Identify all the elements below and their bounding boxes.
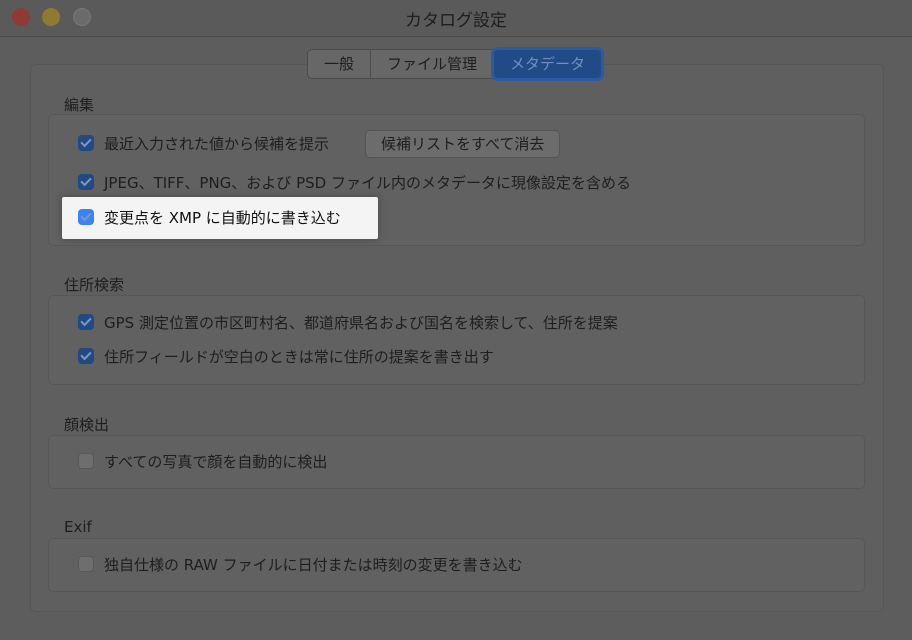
checkbox-label: 住所フィールドが空白のときは常に住所の提案を書き出す: [104, 347, 494, 366]
section-label-address-lookup: 住所検索: [64, 276, 125, 294]
checkbox-row-include-develop-settings[interactable]: JPEG、TIFF、PNG、および PSD ファイル内のメタデータに現像設定を含…: [78, 169, 631, 195]
checkbox-checked-icon[interactable]: [78, 135, 94, 151]
checkbox-row-write-date-time-to-raw[interactable]: 独自仕様の RAW ファイルに日付または時刻の変更を書き込む: [78, 551, 523, 577]
title-bar: カタログ設定: [0, 0, 912, 37]
section-label-exif: Exif: [64, 518, 92, 536]
checkbox-label: JPEG、TIFF、PNG、および PSD ファイル内のメタデータに現像設定を含…: [104, 173, 631, 192]
tab-general[interactable]: 一般: [308, 50, 372, 78]
tab-file-handling[interactable]: ファイル管理: [371, 50, 495, 78]
checkbox-unchecked-icon[interactable]: [78, 453, 94, 469]
checkbox-checked-icon[interactable]: [78, 209, 94, 225]
checkbox-label: すべての写真で顔を自動的に検出: [104, 452, 328, 471]
checkbox-unchecked-icon[interactable]: [78, 556, 94, 572]
checkbox-row-gps-address-lookup[interactable]: GPS 測定位置の市区町村名、都道府県名および国名を検索して、住所を提案: [78, 309, 618, 335]
section-label-face-detection: 顔検出: [64, 416, 110, 434]
window-title: カタログ設定: [405, 11, 507, 31]
section-label-editing: 編集: [64, 96, 95, 114]
checkbox-checked-icon[interactable]: [78, 174, 94, 190]
checkbox-row-suggest-recent[interactable]: 最近入力された値から候補を提示: [78, 130, 329, 156]
tab-metadata[interactable]: メタデータ: [494, 50, 602, 78]
checkbox-label: 変更点を XMP に自動的に書き込む: [104, 208, 341, 227]
checkbox-checked-icon[interactable]: [78, 348, 94, 364]
tab-bar: 一般 ファイル管理 メタデータ: [307, 49, 603, 79]
checkbox-checked-icon[interactable]: [78, 314, 94, 330]
checkbox-row-export-address-suggestions[interactable]: 住所フィールドが空白のときは常に住所の提案を書き出す: [78, 343, 494, 369]
clear-suggestions-button[interactable]: 候補リストをすべて消去: [365, 130, 561, 158]
checkbox-row-detect-faces[interactable]: すべての写真で顔を自動的に検出: [78, 448, 327, 474]
checkbox-label: 最近入力された値から候補を提示: [104, 134, 330, 153]
checkbox-row-auto-write-xmp[interactable]: 変更点を XMP に自動的に書き込む: [78, 204, 341, 230]
checkbox-label: GPS 測定位置の市区町村名、都道府県名および国名を検索して、住所を提案: [104, 313, 618, 332]
checkbox-label: 独自仕様の RAW ファイルに日付または時刻の変更を書き込む: [104, 555, 523, 574]
